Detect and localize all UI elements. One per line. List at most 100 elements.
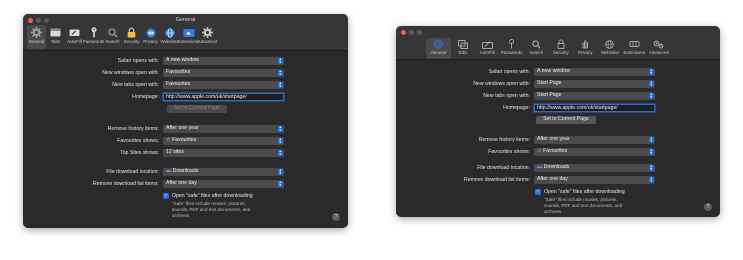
new-windows-row: New windows open with: Favourites ▴ ▾ xyxy=(23,69,348,77)
tab-security[interactable]: Security xyxy=(122,25,141,49)
chevron-updown-icon: ▴ ▾ xyxy=(648,164,654,172)
lock-icon xyxy=(127,27,136,38)
chevron-updown-icon: ▴ ▾ xyxy=(648,148,654,156)
download-location-row: File download location: ▬ Downloads ▴ ▾ xyxy=(23,168,348,176)
tab-autofill[interactable]: AutoFill xyxy=(65,25,84,49)
magnifier-icon xyxy=(532,39,541,49)
autofill-icon xyxy=(69,27,80,38)
tab-general[interactable]: General xyxy=(426,38,451,59)
tab-passwords[interactable]: Passwords xyxy=(83,25,104,49)
remove-history-popup[interactable]: After one year ▴ ▾ xyxy=(163,125,284,133)
key-icon xyxy=(508,39,515,49)
set-to-current-page-button[interactable]: Set to Current Page xyxy=(536,116,596,124)
screenshot-stage: General General Tabs AutoFill Passwords … xyxy=(0,0,743,260)
download-location-popup[interactable]: ▬ Downloads ▴ ▾ xyxy=(163,168,284,176)
chevron-updown-icon: ▴ ▾ xyxy=(277,57,283,65)
homepage-field[interactable]: http://www.apple.com/uk/startpage/ xyxy=(534,104,655,112)
safe-files-note: "Safe" files include movies, pictures, s… xyxy=(544,197,623,214)
safari-opens-with-popup[interactable]: A new window ▴ ▾ xyxy=(163,57,284,65)
new-windows-popup[interactable]: Start Page ▴ ▾ xyxy=(534,80,655,88)
close-button[interactable] xyxy=(401,30,406,35)
tab-privacy[interactable]: Privacy xyxy=(573,38,598,59)
help-button[interactable]: ? xyxy=(332,213,340,221)
tab-search[interactable]: Search xyxy=(524,38,549,59)
safari-opens-with-row: Safari opens with: A new window ▴ ▾ xyxy=(396,68,720,76)
favourites-shows-popup[interactable]: ☆ Favourites ▴ ▾ xyxy=(534,148,655,156)
key-icon xyxy=(90,27,98,38)
tab-tabs[interactable]: Tabs xyxy=(451,38,476,59)
folder-icon: ▬ xyxy=(537,164,544,171)
favourites-shows-row: Favourites shows: ☆ Favourites ▴ ▾ xyxy=(23,137,348,145)
remove-history-popup[interactable]: After one year ▴ ▾ xyxy=(534,136,655,144)
checkmark-icon[interactable]: ✓ xyxy=(535,189,541,195)
tab-extensions[interactable]: Extensions xyxy=(622,38,647,59)
favourites-shows-popup[interactable]: ☆ Favourites ▴ ▾ xyxy=(163,137,284,145)
chevron-updown-icon: ▴ ▾ xyxy=(277,137,283,145)
new-tabs-row: New tabs open with: Favourites ▴ ▾ xyxy=(23,81,348,89)
tab-autofill[interactable]: AutoFill xyxy=(475,38,500,59)
title-bar: General Tabs AutoFill Passwords Search S… xyxy=(396,26,720,60)
tab-advanced[interactable]: Advanced xyxy=(198,25,217,49)
privacy-icon xyxy=(146,27,156,38)
zoom-button[interactable] xyxy=(417,30,422,35)
favourites-shows-row: Favourites shows: ☆ Favourites ▴ ▾ xyxy=(396,148,720,156)
tab-general[interactable]: General xyxy=(27,25,46,49)
tab-search[interactable]: Search xyxy=(103,25,122,49)
minimize-button[interactable] xyxy=(409,30,414,35)
download-location-popup[interactable]: ▬ Downloads ▴ ▾ xyxy=(534,164,655,172)
tab-tabs[interactable]: Tabs xyxy=(46,25,65,49)
hand-icon xyxy=(581,39,590,49)
open-safe-files-checkbox-row[interactable]: ✓ Open "safe" files after downloading xyxy=(163,193,253,199)
preferences-toolbar: General Tabs AutoFill Passwords Search S… xyxy=(27,25,217,49)
remove-history-row: Remove history items: After one year ▴ ▾ xyxy=(23,125,348,133)
safari-opens-with-popup[interactable]: A new window ▴ ▾ xyxy=(534,68,655,76)
chevron-updown-icon: ▴ ▾ xyxy=(277,81,283,89)
new-windows-row: New windows open with: Start Page ▴ ▾ xyxy=(396,80,720,88)
new-windows-popup[interactable]: Favourites ▴ ▾ xyxy=(163,69,284,77)
homepage-row: Homepage: http://www.apple.com/uk/startp… xyxy=(396,104,720,112)
puzzle-icon xyxy=(183,27,195,38)
chevron-updown-icon: ▴ ▾ xyxy=(648,176,654,184)
general-pane: Safari opens with: A new window ▴ ▾ New wi… xyxy=(23,51,348,228)
tab-passwords[interactable]: Passwords xyxy=(500,38,525,59)
puzzle-icon xyxy=(629,39,640,49)
window-title: General xyxy=(175,17,196,23)
top-sites-row: Top Sites shows: 12 sites ▴ ▾ xyxy=(23,149,348,157)
tab-websites[interactable]: Websites xyxy=(598,38,623,59)
window-controls xyxy=(401,30,422,35)
homepage-field[interactable]: http://www.apple.com/uk/startpage/ xyxy=(163,93,284,101)
chevron-updown-icon: ▴ ▾ xyxy=(277,168,283,176)
gears-icon xyxy=(653,39,664,49)
chevron-updown-icon: ▴ ▾ xyxy=(648,68,654,76)
help-button[interactable]: ? xyxy=(704,203,712,211)
general-pane: Safari opens with: A new window ▴ ▾ New wi… xyxy=(396,60,720,217)
tabs-icon xyxy=(50,27,61,38)
chevron-updown-icon: ▴ ▾ xyxy=(648,92,654,100)
new-tabs-popup[interactable]: Favourites ▴ ▾ xyxy=(163,81,284,89)
tab-security[interactable]: Security xyxy=(549,38,574,59)
new-tabs-popup[interactable]: Start Page ▴ ▾ xyxy=(534,92,655,100)
new-tabs-row: New tabs open with: Start Page ▴ ▾ xyxy=(396,92,720,100)
open-safe-files-checkbox-row[interactable]: ✓ Open "safe" files after downloading xyxy=(535,189,625,195)
tab-advanced[interactable]: Advanced xyxy=(647,38,672,59)
tab-websites[interactable]: Websites xyxy=(160,25,179,49)
globe-icon xyxy=(605,39,614,49)
chevron-updown-icon: ▴ ▾ xyxy=(648,80,654,88)
gear-icon xyxy=(202,27,213,38)
top-sites-popup[interactable]: 12 sites ▴ ▾ xyxy=(163,149,284,157)
chevron-updown-icon: ▴ ▾ xyxy=(648,136,654,144)
remove-downloads-popup[interactable]: After one day ▴ ▾ xyxy=(163,180,284,188)
chevron-updown-icon: ▴ ▾ xyxy=(277,69,283,77)
tab-extensions[interactable]: Extensions xyxy=(178,25,199,49)
remove-downloads-row: Remove download list items: After one da… xyxy=(396,176,720,184)
set-to-current-page-button[interactable]: Set to Current Page xyxy=(167,105,227,113)
safe-files-note: "Safe" files include movies, pictures, s… xyxy=(172,201,251,218)
remove-downloads-popup[interactable]: After one day ▴ ▾ xyxy=(534,176,655,184)
preferences-window-right: General Tabs AutoFill Passwords Search S… xyxy=(396,26,720,217)
checkmark-icon[interactable]: ✓ xyxy=(163,193,169,199)
folder-icon: ▬ xyxy=(166,168,173,175)
chevron-updown-icon: ▴ ▾ xyxy=(277,149,283,157)
tab-privacy[interactable]: Privacy xyxy=(141,25,160,49)
preferences-toolbar: General Tabs AutoFill Passwords Search S… xyxy=(426,38,671,59)
lock-icon xyxy=(557,39,565,49)
